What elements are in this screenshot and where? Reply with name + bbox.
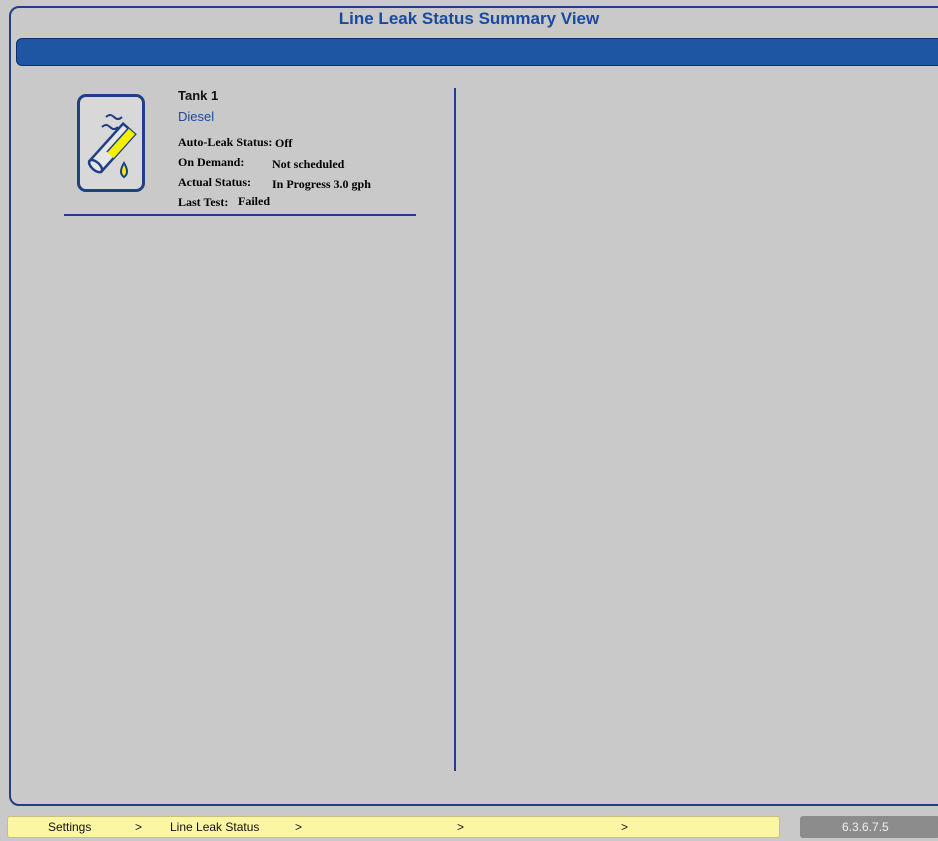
breadcrumb-separator: > bbox=[621, 820, 629, 834]
line-leak-pipe-icon[interactable] bbox=[77, 94, 145, 192]
tank-name: Tank 1 bbox=[178, 88, 219, 103]
actual-status-value: In Progress 3.0 gph bbox=[272, 177, 371, 191]
header-bar bbox=[16, 38, 938, 66]
version-badge: 6.3.6.7.5 bbox=[800, 816, 938, 838]
last-test-value: Failed bbox=[238, 194, 270, 208]
version-label: 6.3.6.7.5 bbox=[842, 820, 889, 834]
on-demand-row: On Demand: Not scheduled bbox=[178, 155, 344, 171]
auto-leak-status-label: Auto-Leak Status: bbox=[178, 135, 273, 149]
tank-summary-card[interactable]: Tank 1 Diesel Auto-Leak Status: Off On D… bbox=[64, 85, 416, 217]
actual-status-row: Actual Status: In Progress 3.0 gph bbox=[178, 175, 371, 191]
breadcrumb-separator: > bbox=[457, 820, 465, 834]
breadcrumb-item-line-leak-status[interactable]: Line Leak Status bbox=[170, 820, 259, 834]
breadcrumb-separator: > bbox=[295, 820, 303, 834]
auto-leak-status-value: Off bbox=[275, 136, 293, 150]
tank-divider bbox=[64, 214, 416, 216]
actual-status-label: Actual Status: bbox=[178, 175, 252, 189]
breadcrumb-item-settings[interactable]: Settings bbox=[48, 820, 91, 834]
product-name: Diesel bbox=[178, 109, 215, 124]
last-test-row: Last Test: Failed bbox=[178, 194, 270, 210]
on-demand-label: On Demand: bbox=[178, 155, 245, 169]
auto-leak-status-row: Auto-Leak Status: Off bbox=[178, 135, 292, 150]
on-demand-value: Not scheduled bbox=[272, 157, 345, 171]
column-divider bbox=[454, 88, 456, 771]
last-test-label: Last Test: bbox=[178, 195, 229, 209]
breadcrumb-separator: > bbox=[135, 820, 143, 834]
breadcrumb: Settings > Line Leak Status > > > bbox=[7, 816, 780, 838]
page-title: Line Leak Status Summary View bbox=[338, 9, 600, 28]
